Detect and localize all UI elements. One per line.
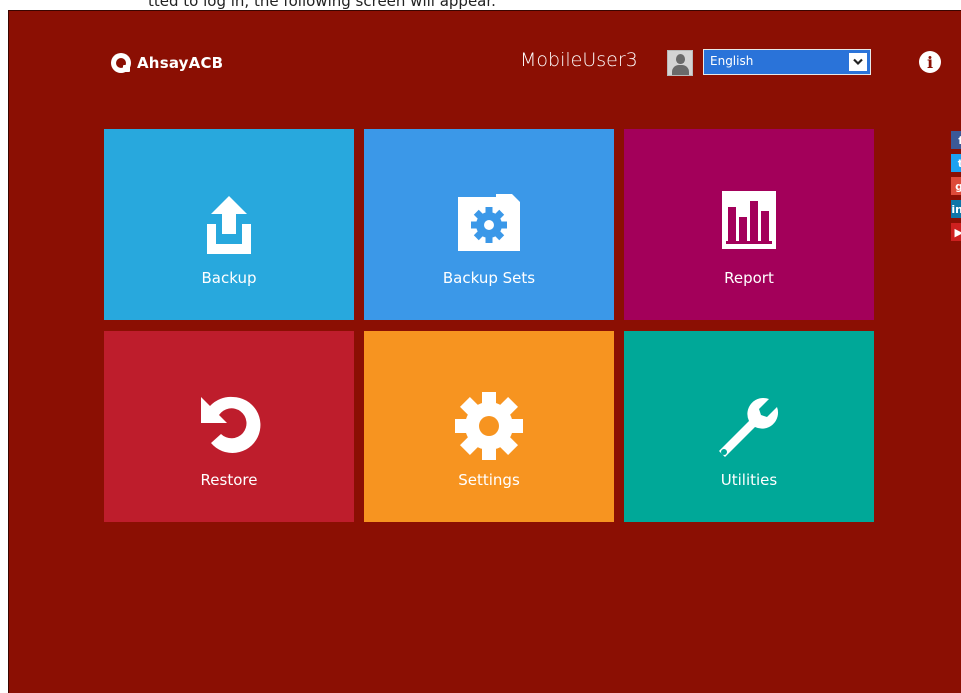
logo-text: AhsayACB	[137, 54, 224, 72]
document-caption-strip: tted to log in, the following screen wil…	[0, 0, 961, 10]
app-logo: AhsayACB	[111, 53, 223, 73]
app-window: AhsayACB MobileUser3 English i Backup Ba…	[8, 10, 961, 693]
backup-sets-tile[interactable]: Backup Sets	[364, 129, 614, 320]
youtube-icon[interactable]: ▶	[951, 223, 961, 241]
gear-icon	[454, 391, 524, 465]
user-avatar-icon[interactable]	[667, 50, 693, 76]
backup-sets-tile-label: Backup Sets	[442, 269, 536, 287]
restore-tile-label: Restore	[200, 471, 258, 489]
restore-icon	[193, 393, 265, 459]
username-label: MobileUser3	[520, 49, 638, 71]
google-plus-icon[interactable]: g	[951, 177, 961, 195]
twitter-icon[interactable]: t	[951, 154, 961, 172]
language-select[interactable]: English	[703, 49, 871, 75]
report-tile[interactable]: Report	[624, 129, 874, 320]
utilities-tile[interactable]: Utilities	[624, 331, 874, 522]
folder-gear-icon	[456, 193, 522, 257]
logo-mark-icon	[111, 53, 131, 73]
language-select-value: English	[710, 54, 754, 68]
settings-tile-label: Settings	[458, 471, 520, 489]
report-tile-label: Report	[724, 269, 774, 287]
bar-chart-icon	[722, 191, 776, 253]
utilities-tile-label: Utilities	[720, 471, 778, 489]
upload-icon	[207, 194, 251, 260]
wrench-icon	[713, 389, 785, 465]
settings-tile[interactable]: Settings	[364, 331, 614, 522]
document-caption-text: tted to log in, the following screen wil…	[148, 0, 496, 10]
backup-tile[interactable]: Backup	[104, 129, 354, 320]
chevron-down-icon[interactable]	[849, 53, 867, 71]
linkedin-icon[interactable]: in	[951, 200, 961, 218]
restore-tile[interactable]: Restore	[104, 331, 354, 522]
backup-tile-label: Backup	[201, 269, 257, 287]
info-icon[interactable]: i	[919, 51, 941, 73]
facebook-icon[interactable]: f	[951, 131, 961, 149]
